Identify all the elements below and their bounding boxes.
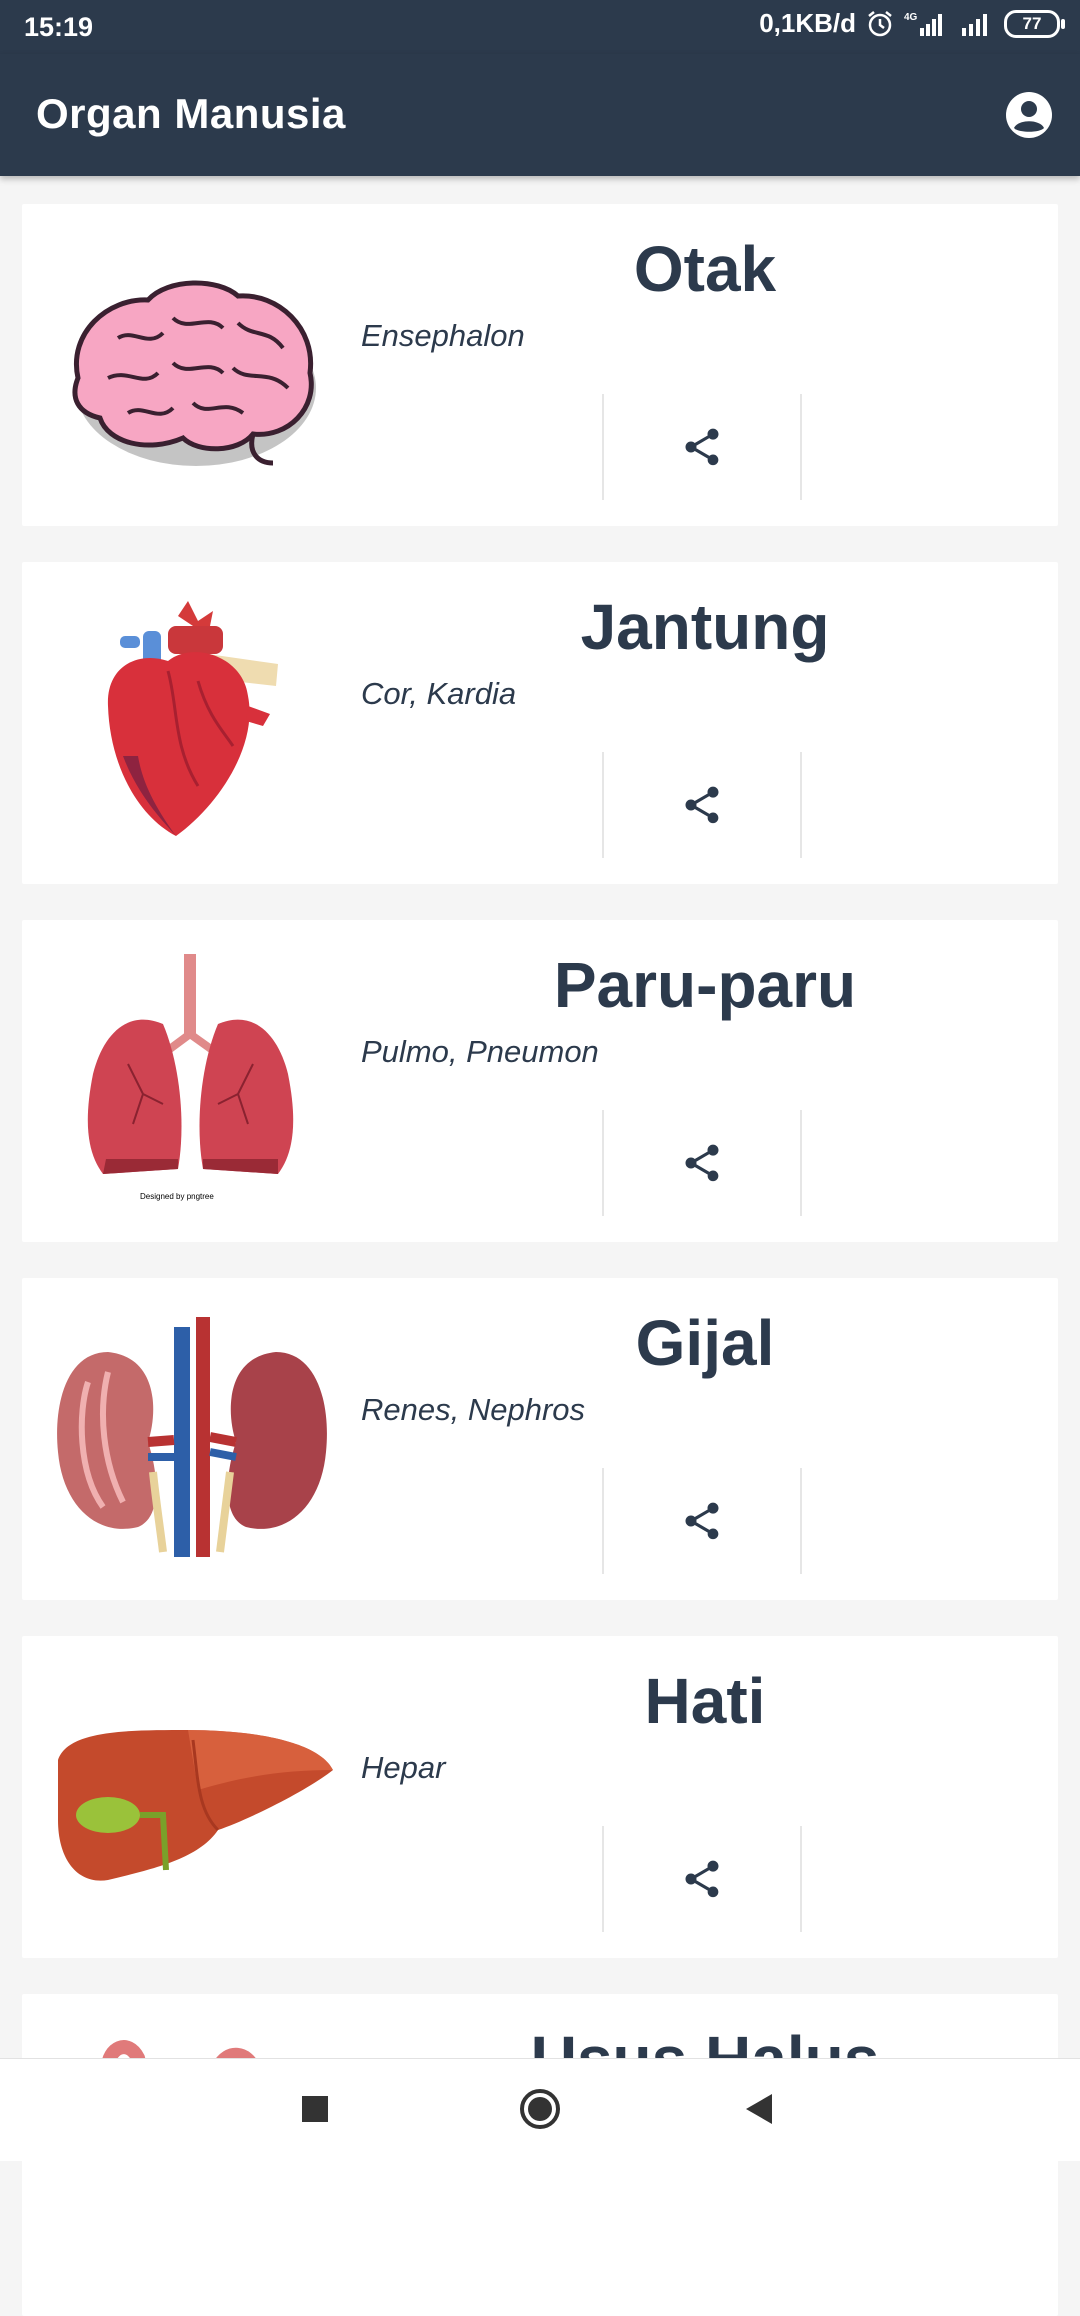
signal-4g-icon: 4G [904, 10, 950, 38]
share-button[interactable] [602, 1468, 802, 1574]
share-icon [685, 786, 719, 824]
organ-card-paru-paru[interactable]: Designed by pngtree Paru-paru Pulmo, Pne… [22, 920, 1058, 1242]
image-watermark: Designed by pngtree [140, 1192, 214, 1201]
organ-card-gijal[interactable]: Gijal Renes, Nephros [22, 1278, 1058, 1600]
svg-text:4G: 4G [904, 12, 918, 23]
organ-latin-name: Renes, Nephros [361, 1392, 586, 1427]
organ-latin-name: Cor, Kardia [361, 676, 517, 711]
account-circle-icon[interactable] [1004, 90, 1054, 140]
organ-name: Paru-paru [553, 949, 857, 1021]
share-button[interactable] [602, 752, 802, 858]
organ-name: Gijal [635, 1307, 775, 1379]
organ-card-hati[interactable]: Hati Hepar [22, 1636, 1058, 1958]
back-triangle-icon[interactable] [742, 2089, 776, 2129]
organ-latin-name: Hepar [361, 1750, 446, 1785]
organ-name: Hati [644, 1665, 766, 1737]
home-circle-icon[interactable] [519, 2089, 561, 2129]
page-title: Organ Manusia [36, 90, 346, 137]
organ-latin-name: Ensephalon [361, 318, 525, 353]
status-bar: 15:19 0,1KB/d 4G 77 [0, 0, 1080, 54]
liver-image [58, 1730, 333, 1881]
organ-name: Jantung [580, 591, 830, 663]
recents-square-icon[interactable] [301, 2089, 329, 2129]
alarm-icon [866, 10, 894, 38]
status-time: 15:19 [24, 12, 94, 42]
share-icon [685, 1502, 719, 1540]
battery-icon: 77 [1004, 9, 1065, 38]
signal-icon [960, 10, 994, 38]
heart-image [107, 601, 278, 836]
share-button[interactable] [602, 1110, 802, 1216]
lungs-image: Designed by pngtree [87, 954, 294, 1201]
kidneys-image [57, 1317, 327, 1557]
network-speed: 0,1KB/d [759, 8, 856, 38]
share-icon [685, 428, 719, 466]
share-icon [685, 1144, 719, 1182]
organ-name: Otak [633, 233, 777, 305]
organ-card-jantung[interactable]: Jantung Cor, Kardia [22, 562, 1058, 884]
organ-latin-name: Pulmo, Pneumon [361, 1034, 599, 1069]
organ-card-otak[interactable]: Otak Ensephalon [22, 204, 1058, 526]
app-bar: Organ Manusia [0, 54, 1080, 176]
navigation-bar [0, 2058, 1080, 2161]
share-button[interactable] [602, 394, 802, 500]
share-icon [685, 1860, 719, 1898]
brain-image [72, 280, 316, 466]
share-button[interactable] [602, 1826, 802, 1932]
status-indicators: 0,1KB/d 4G 77 [759, 8, 1065, 39]
